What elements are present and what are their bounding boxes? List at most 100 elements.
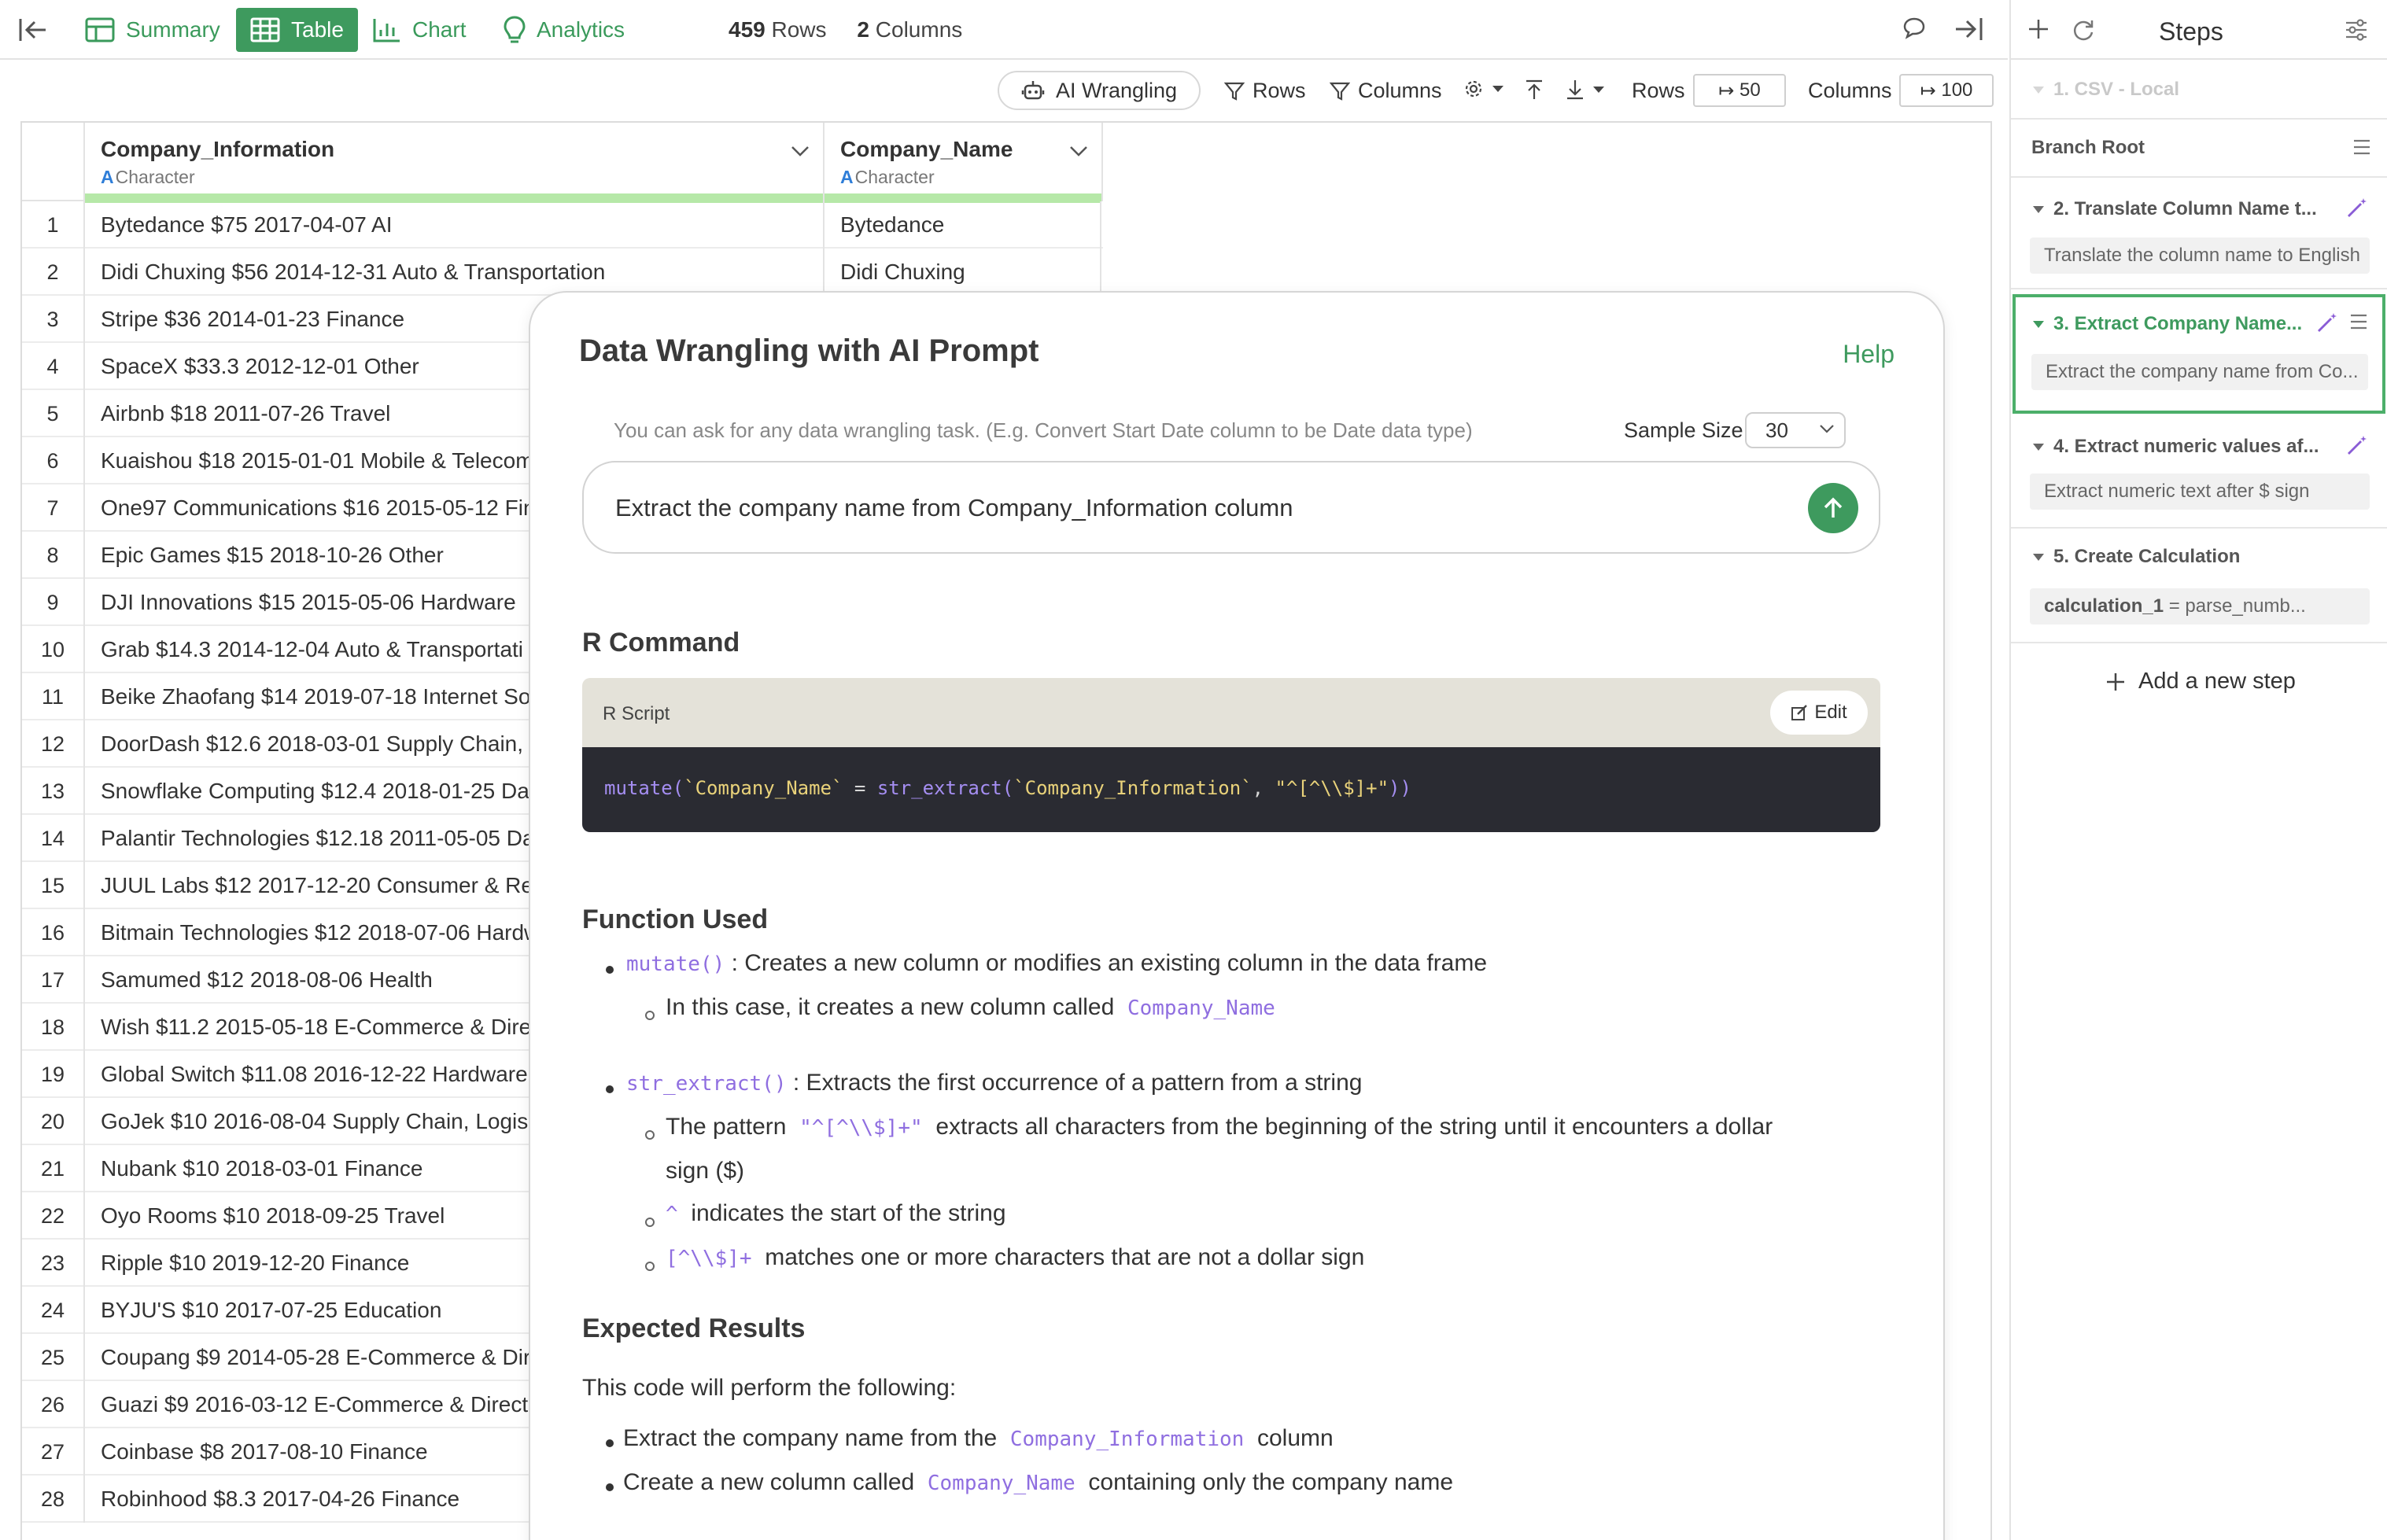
row-number: 6 [46,449,59,473]
step-extract-numeric-values[interactable]: 4. Extract numeric values af... Extract … [2011,417,2387,529]
expected-results-title: Expected Results [582,1313,806,1343]
chart-icon [373,19,400,42]
settings-dropdown[interactable] [1463,79,1512,99]
function-item-str-extract: str_extract() : Extracts the first occur… [626,1070,1362,1096]
chevron-down-icon [1820,425,1834,433]
row-number: 3 [46,308,59,331]
table-row[interactable]: 2 Didi Chuxing $56 2014-12-31 Auto & Tran… [22,249,1103,296]
rows-filter-button[interactable]: Rows [1224,79,1306,103]
tab-table-label: Table [291,17,344,42]
row-number: 18 [40,1015,65,1039]
rows-limit-input[interactable]: ↦ 50 [1693,74,1786,107]
columns-filter-button[interactable]: Columns [1330,79,1442,103]
step-title: 3. Extract Company Name... [2033,313,2302,335]
steps-panel: Steps 1. CSV - Local Branch Root 2. Tran… [2009,0,2387,1540]
function-subitem: ^ indicates the start of the string [666,1200,1006,1227]
prompt-text: Extract the company name from Company_In… [615,494,1293,521]
cell-company-information[interactable]: Bytedance $75 2017-04-07 AI [83,201,823,249]
expected-code: Company_Information [1009,1428,1245,1451]
subitem-code: "^[^\\$]+" [799,1116,923,1140]
row-number: 25 [40,1346,65,1369]
collapse-right-icon[interactable] [1953,16,1984,42]
function-item-mutate: mutate() : Creates a new column or modif… [626,950,1487,977]
expected-text: Extract the company name from the [623,1425,998,1451]
column-header-company-information[interactable]: Company_Information ACharacter [83,123,823,203]
function-desc: : Creates a new column or modifies an ex… [725,950,1488,976]
menu-icon[interactable] [2349,313,2368,330]
column-type: ACharacter [101,167,823,188]
step-extract-company-name[interactable]: 3. Extract Company Name... Extract the c… [2013,294,2385,414]
code-token: str_extract( [876,777,1014,799]
row-number: 28 [40,1487,65,1511]
step-title: 2. Translate Column Name t... [2033,198,2317,220]
function-subitem: [^\\$]+ matches one or more characters t… [666,1244,1364,1271]
comment-icon[interactable] [1902,16,1926,39]
send-button[interactable] [1808,483,1858,533]
add-step-button[interactable]: Add a new step [2105,669,2296,694]
columns-filter-label: Columns [1358,79,1442,102]
sliders-icon[interactable] [2345,19,2368,41]
arrow-right-bar-icon: ↦ [1718,79,1740,101]
cell-company-information[interactable]: Didi Chuxing $56 2014-12-31 Auto & Trans… [83,249,823,296]
step-branch-root[interactable]: Branch Root [2011,120,2387,178]
bullet [606,1085,614,1093]
r-script-code: mutate(`Company_Name` = str_extract(`Com… [582,747,1880,832]
row-number: 1 [46,213,59,237]
sub-bullet [645,1218,655,1227]
sample-size-value: 30 [1765,418,1788,442]
upload-button[interactable] [1525,79,1551,101]
table-toolbar: AI Wrangling Rows Columns Rows ↦ 50 Colu… [0,61,2008,123]
row-number: 8 [46,543,59,567]
step-csv-local[interactable]: 1. CSV - Local [2011,61,2387,120]
collapse-left-icon[interactable] [17,16,49,44]
magic-wand-icon [2318,313,2337,332]
ai-wrangling-button[interactable]: AI Wrangling [998,71,1201,110]
edit-script-button[interactable]: Edit [1770,691,1868,735]
tab-chart[interactable]: Chart [359,8,480,52]
row-number: 21 [40,1157,65,1181]
sample-size-select[interactable]: 30 [1745,412,1846,448]
cell-company-name[interactable]: Bytedance [823,201,1101,249]
column-name: Company_Information [101,137,335,161]
columns-limit-input[interactable]: ↦ 100 [1899,74,1994,107]
filter-icon [1224,82,1245,101]
expected-item: Extract the company name from the Compan… [623,1425,1334,1452]
code-token: )) [1389,777,1411,799]
download-dropdown[interactable] [1566,79,1613,101]
tab-summary[interactable]: Summary [71,8,234,52]
column-header-company-name[interactable]: Company_Name ACharacter [823,123,1103,203]
edit-label: Edit [1814,702,1847,723]
column-type-label: Character [854,167,935,187]
refresh-icon[interactable] [2071,17,2096,42]
help-link[interactable]: Help [1843,340,1894,369]
step-create-calculation[interactable]: 5. Create Calculation calculation_1 = pa… [2011,529,2387,643]
filter-icon [1330,82,1350,101]
step-title: 4. Extract numeric values af... [2033,436,2319,458]
expected-code: Company_Name [927,1472,1075,1495]
cell-company-name[interactable]: Didi Chuxing [823,249,1101,296]
chevron-down-icon[interactable] [1068,145,1089,157]
subitem-code: ^ [666,1203,678,1226]
step-title-text: 2. Translate Column Name t... [2053,198,2317,219]
tab-table[interactable]: Table [236,8,358,52]
bullet [606,1483,614,1491]
step-translate-column-name[interactable]: 2. Translate Column Name t... Translate … [2011,178,2387,289]
grid-header: Company_Information ACharacter Company_N… [22,123,1103,203]
caret-down-icon [1593,87,1604,93]
chevron-down-icon[interactable] [790,145,810,157]
columns-limit-value: 100 [1941,79,1973,101]
rows-filter-label: Rows [1253,79,1306,102]
prompt-input[interactable]: Extract the company name from Company_In… [582,461,1880,554]
rows-limit-label: Rows [1632,79,1685,102]
expected-text: containing only the company name [1088,1469,1454,1495]
plus-icon[interactable] [2027,17,2050,41]
step-desc-key: calculation_1 [2044,595,2164,617]
table-row[interactable]: 1 Bytedance $75 2017-04-07 AI Bytedance [22,201,1103,249]
tab-analytics[interactable]: Analytics [489,8,639,52]
step-title-text: 4. Extract numeric values af... [2053,436,2319,457]
row-number: 17 [40,968,65,992]
row-number: 12 [40,732,65,756]
menu-icon[interactable] [2352,138,2371,156]
top-toolbar: Summary Table Chart Analytics 459 Rows 2… [0,0,2008,60]
tab-chart-label: Chart [412,17,467,42]
